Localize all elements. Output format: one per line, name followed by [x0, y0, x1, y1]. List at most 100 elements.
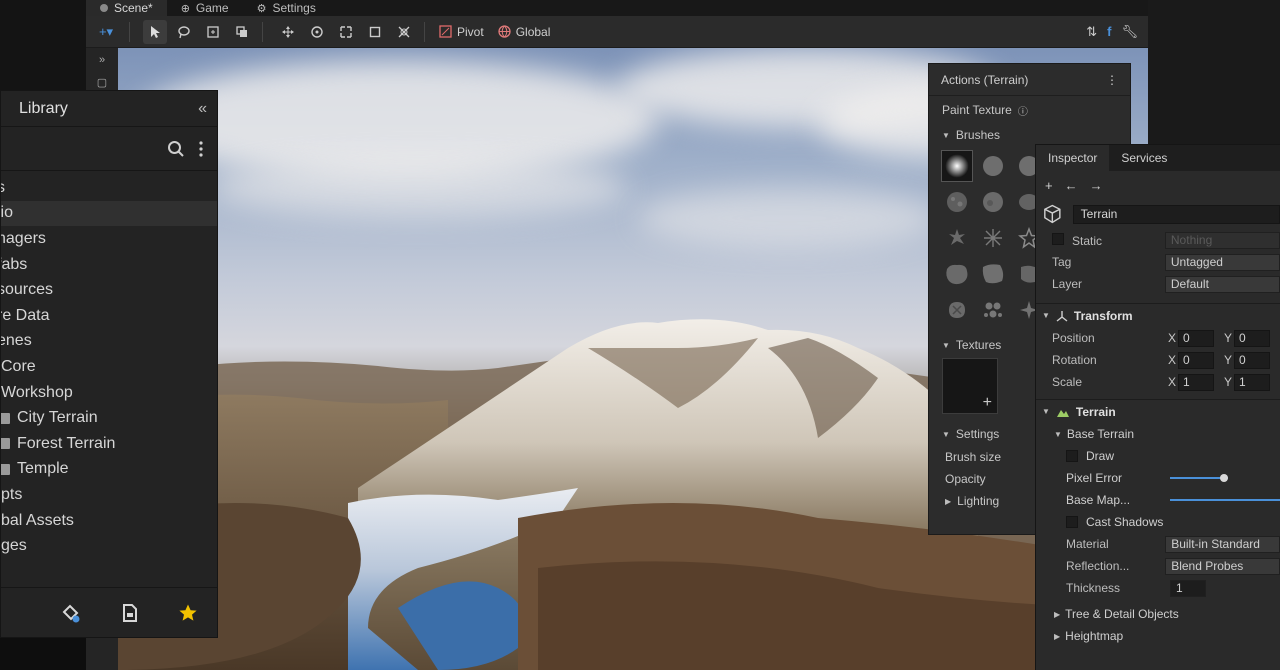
library-item-label: nagers — [1, 229, 46, 247]
lasso-tool-button[interactable] — [172, 20, 196, 44]
layer-dropdown[interactable]: Default — [1164, 275, 1280, 293]
library-item[interactable]: sources — [1, 277, 217, 303]
thickness-field[interactable]: 1 — [1170, 579, 1206, 597]
library-item[interactable]: s — [1, 175, 217, 201]
library-item[interactable]: ges — [1, 533, 217, 559]
brush-swatch[interactable] — [941, 186, 973, 218]
add-texture-icon[interactable]: + — [983, 394, 992, 412]
library-item[interactable]: bal Assets — [1, 508, 217, 534]
collapsed-triangle-icon: ▶ — [1054, 631, 1061, 641]
collapse-icon[interactable]: « — [198, 100, 207, 118]
rotate-tool-button[interactable] — [305, 20, 329, 44]
library-item[interactable]: lio — [1, 200, 217, 227]
library-item-label: Forest Terrain — [17, 434, 116, 452]
scale-y-field[interactable]: 1 — [1234, 373, 1270, 391]
pixel-error-slider[interactable] — [1170, 474, 1228, 482]
base-terrain-foldout[interactable]: ▼ Base Terrain — [1036, 423, 1280, 445]
library-item[interactable]: Core — [1, 354, 217, 380]
kebab-menu-icon[interactable] — [199, 140, 203, 157]
tab-scene[interactable]: Scene* — [86, 0, 167, 16]
rotation-y-field[interactable]: 0 — [1234, 351, 1270, 369]
global-toggle[interactable]: Global — [498, 25, 550, 39]
tab-services[interactable]: Services — [1109, 145, 1179, 171]
asset-tag-icon[interactable] — [60, 602, 82, 624]
rotation-x-field[interactable]: 0 — [1178, 351, 1214, 369]
brush-swatch[interactable] — [977, 150, 1009, 182]
brush-size-label: Brush size — [945, 450, 1002, 464]
terrain-section-header[interactable]: ▼ Terrain — [1036, 399, 1280, 423]
search-icon[interactable] — [167, 140, 185, 158]
back-arrow-icon[interactable]: ← — [1065, 178, 1078, 193]
scale-x-field[interactable]: 1 — [1178, 373, 1214, 391]
base-map-slider[interactable] — [1170, 499, 1280, 501]
static-label: Static — [1052, 232, 1165, 248]
tree-detail-label: Tree & Detail Objects — [1065, 607, 1179, 621]
forward-arrow-icon[interactable]: → — [1090, 178, 1103, 193]
rect-select-button[interactable] — [201, 20, 225, 44]
noise-brush-icon — [947, 192, 967, 212]
slider-knob[interactable] — [1220, 474, 1228, 482]
brush-swatch[interactable] — [977, 258, 1009, 290]
material-label: Material — [1066, 537, 1109, 551]
rect-tool-button[interactable] — [363, 20, 387, 44]
heightmap-foldout[interactable]: ▶ Heightmap — [1036, 625, 1280, 647]
scale-tool-button[interactable] — [334, 20, 358, 44]
position-y-field[interactable]: 0 — [1234, 329, 1270, 347]
library-item[interactable]: enes — [1, 329, 217, 355]
object-name-field[interactable]: Terrain — [1072, 204, 1280, 224]
expand-chevron-icon[interactable]: » — [86, 50, 118, 70]
position-x-field[interactable]: 0 — [1178, 329, 1214, 347]
info-icon[interactable]: ⓘ — [1018, 103, 1028, 118]
duplicate-icon — [236, 25, 247, 37]
transform-section-header[interactable]: ▼ Transform — [1036, 303, 1280, 327]
library-item[interactable]: fabs — [1, 252, 217, 278]
layers-icon[interactable]: f — [1107, 24, 1111, 40]
add-icon[interactable]: + — [1045, 178, 1053, 193]
tab-settings[interactable]: ⚙ Settings — [243, 0, 330, 16]
draw-checkbox[interactable] — [1066, 450, 1078, 462]
select-tool-button[interactable] — [143, 19, 167, 44]
view-option-icon[interactable]: ▢ — [86, 72, 118, 92]
leaf-brush-icon — [949, 302, 965, 318]
transform-tool-button[interactable] — [392, 20, 416, 44]
library-title: Library — [19, 99, 68, 117]
add-button[interactable]: +▾ — [91, 20, 121, 44]
library-item[interactable]: pts — [1, 482, 217, 508]
star-icon[interactable] — [178, 603, 198, 623]
brush-swatch[interactable] — [941, 222, 973, 254]
cast-shadows-checkbox[interactable] — [1066, 516, 1078, 528]
tab-inspector[interactable]: Inspector — [1036, 145, 1110, 171]
library-item[interactable]: Workshop — [1, 380, 217, 406]
static-checkbox[interactable] — [1052, 232, 1064, 245]
document-icon[interactable] — [121, 603, 139, 623]
static-row: Static Nothing — [1036, 229, 1280, 251]
library-item[interactable]: nagers — [1, 226, 217, 252]
brush-swatch[interactable] — [941, 294, 973, 326]
move-tool-button[interactable] — [276, 20, 300, 44]
reflection-dropdown[interactable]: Blend Probes — [1165, 557, 1280, 575]
brushes-foldout[interactable]: ▼ Brushes — [929, 124, 1130, 146]
material-dropdown[interactable]: Built-in Standard — [1165, 535, 1280, 553]
library-item[interactable]: re Data — [1, 303, 217, 329]
pivot-toggle[interactable]: Pivot — [439, 25, 484, 39]
kebab-menu-icon[interactable]: ⋮ — [1106, 73, 1118, 87]
brush-swatch[interactable] — [977, 222, 1009, 254]
library-folder-item[interactable]: Forest Terrain — [1, 431, 217, 457]
tag-dropdown[interactable]: Untagged — [1164, 253, 1280, 271]
snap-icon[interactable]: ⇅ — [1086, 24, 1097, 40]
wrench-icon[interactable]: 🔧︎ — [1121, 24, 1138, 40]
brush-swatch[interactable] — [941, 150, 973, 182]
brush-swatch[interactable] — [977, 294, 1009, 326]
tree-detail-foldout[interactable]: ▶ Tree & Detail Objects — [1036, 603, 1280, 625]
paint-texture-row[interactable]: Paint Texture ⓘ — [929, 96, 1130, 124]
tab-game-label: Game — [195, 1, 229, 15]
static-dropdown[interactable]: Nothing — [1164, 231, 1280, 249]
actions-title: Actions (Terrain) — [941, 72, 1029, 87]
brush-swatch[interactable] — [977, 186, 1009, 218]
texture-slot[interactable]: + — [942, 358, 998, 414]
library-folder-item[interactable]: Temple — [1, 457, 217, 483]
library-folder-item[interactable]: City Terrain — [1, 405, 217, 431]
brush-swatch[interactable] — [941, 258, 973, 290]
tab-game[interactable]: ⊕ Game — [167, 0, 243, 16]
duplicate-button[interactable] — [230, 20, 254, 44]
